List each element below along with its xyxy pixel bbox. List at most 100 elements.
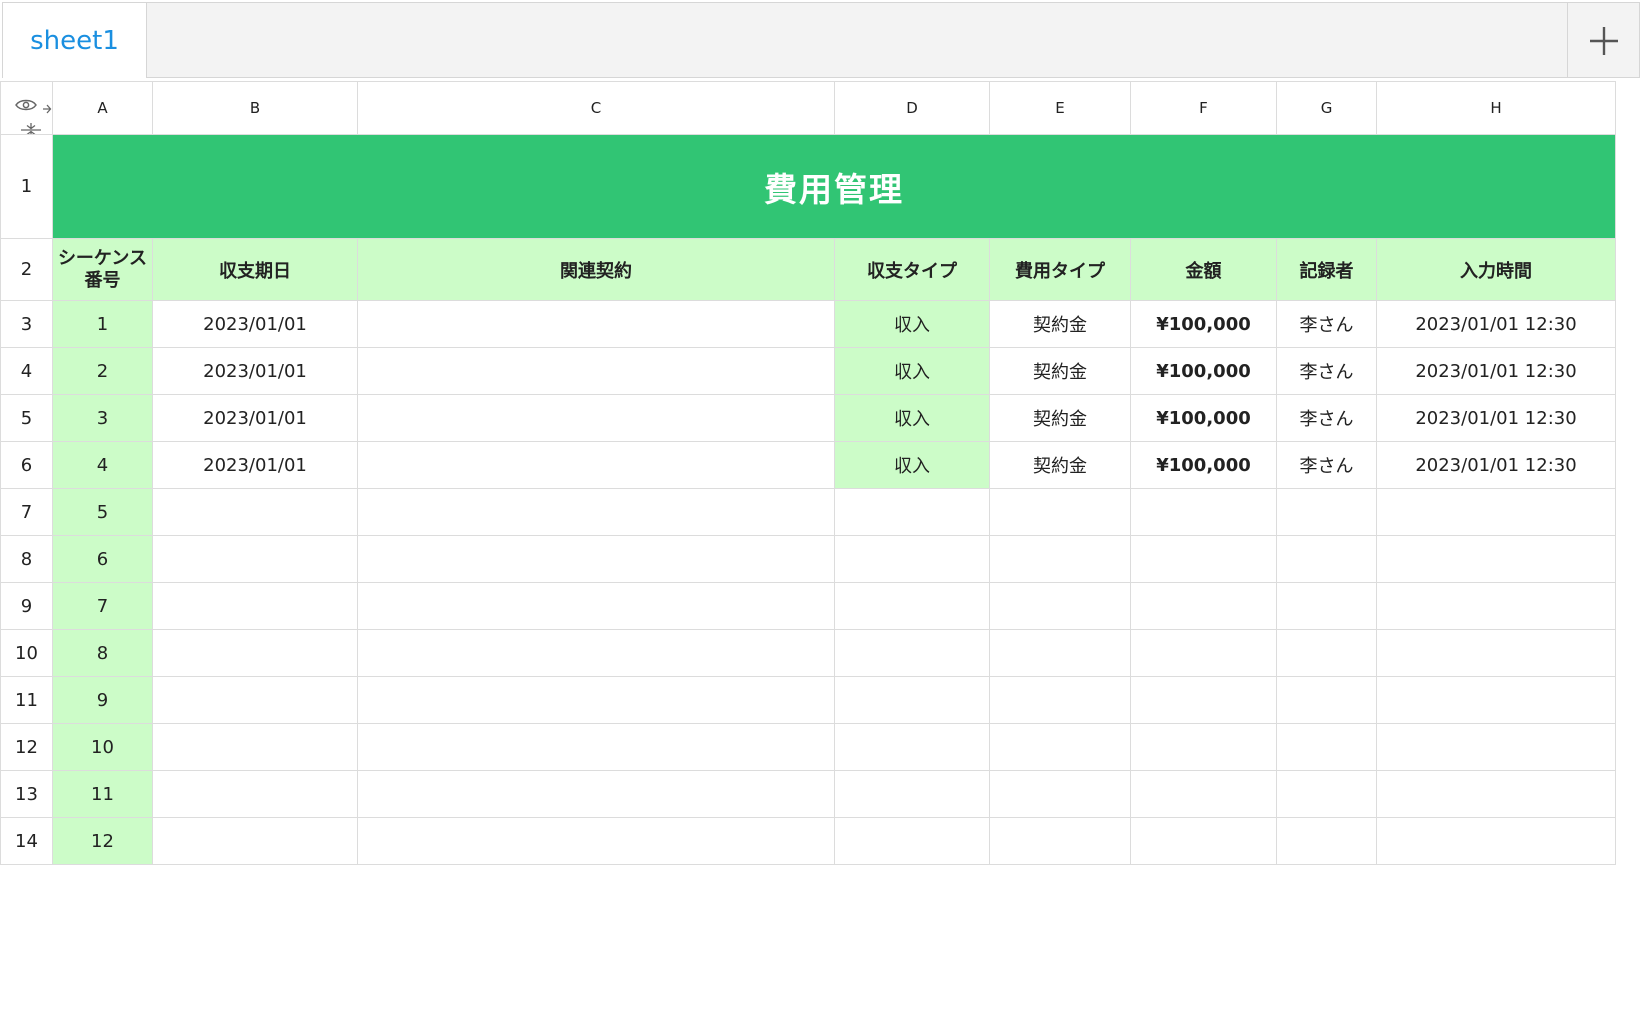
cell-recorder[interactable] — [1276, 629, 1377, 677]
cell-date[interactable]: 2023/01/01 — [152, 394, 358, 442]
cell-cost-type[interactable] — [989, 723, 1131, 771]
header-recorder[interactable]: 記録者 — [1276, 238, 1377, 301]
column-header-h[interactable]: H — [1376, 81, 1616, 135]
cell-io-type[interactable] — [834, 770, 990, 818]
cell-recorder[interactable]: 李さん — [1276, 394, 1377, 442]
cell-seq[interactable]: 6 — [52, 535, 153, 583]
cell-input-time[interactable] — [1376, 817, 1616, 865]
cell-contract[interactable] — [357, 770, 835, 818]
cell-recorder[interactable]: 李さん — [1276, 300, 1377, 348]
cell-input-time[interactable] — [1376, 582, 1616, 630]
cell-recorder[interactable] — [1276, 488, 1377, 536]
cell-seq[interactable]: 4 — [52, 441, 153, 489]
cell-amount[interactable] — [1130, 535, 1277, 583]
cell-amount[interactable] — [1130, 676, 1277, 724]
cell-cost-type[interactable]: 契約金 — [989, 347, 1131, 395]
cell-input-time[interactable] — [1376, 535, 1616, 583]
cell-cost-type[interactable] — [989, 488, 1131, 536]
header-cost-type[interactable]: 費用タイプ — [989, 238, 1131, 301]
cell-amount[interactable] — [1130, 488, 1277, 536]
cell-date[interactable]: 2023/01/01 — [152, 347, 358, 395]
cell-recorder[interactable] — [1276, 582, 1377, 630]
cell-cost-type[interactable] — [989, 535, 1131, 583]
cell-io-type[interactable] — [834, 535, 990, 583]
header-date[interactable]: 収支期日 — [152, 238, 358, 301]
cell-io-type[interactable]: 収入 — [834, 394, 990, 442]
column-header-d[interactable]: D — [834, 81, 990, 135]
row-header[interactable]: 7 — [0, 488, 53, 536]
cell-seq[interactable]: 1 — [52, 300, 153, 348]
cell-contract[interactable] — [357, 817, 835, 865]
cell-cost-type[interactable] — [989, 770, 1131, 818]
cell-io-type[interactable]: 収入 — [834, 441, 990, 489]
cell-input-time[interactable] — [1376, 676, 1616, 724]
cell-recorder[interactable]: 李さん — [1276, 441, 1377, 489]
cell-amount[interactable] — [1130, 582, 1277, 630]
cell-amount[interactable]: ¥100,000 — [1130, 300, 1277, 348]
row-header-2[interactable]: 2 — [0, 238, 53, 301]
cell-contract[interactable] — [357, 723, 835, 771]
cell-recorder[interactable]: 李さん — [1276, 347, 1377, 395]
cell-date[interactable]: 2023/01/01 — [152, 441, 358, 489]
cell-io-type[interactable] — [834, 582, 990, 630]
cell-seq[interactable]: 11 — [52, 770, 153, 818]
cell-recorder[interactable] — [1276, 535, 1377, 583]
cell-date[interactable]: 2023/01/01 — [152, 300, 358, 348]
cell-amount[interactable]: ¥100,000 — [1130, 441, 1277, 489]
header-contract[interactable]: 関連契約 — [357, 238, 835, 301]
cell-cost-type[interactable]: 契約金 — [989, 441, 1131, 489]
cell-contract[interactable] — [357, 441, 835, 489]
cell-amount[interactable]: ¥100,000 — [1130, 347, 1277, 395]
column-header-f[interactable]: F — [1130, 81, 1277, 135]
row-header-1[interactable]: 1 — [0, 134, 53, 239]
cell-amount[interactable] — [1130, 723, 1277, 771]
cell-recorder[interactable] — [1276, 770, 1377, 818]
collapse-rows-icon[interactable] — [20, 122, 42, 135]
sheet-title-cell[interactable]: 費用管理 — [52, 134, 1616, 239]
cell-contract[interactable] — [357, 300, 835, 348]
cell-date[interactable] — [152, 676, 358, 724]
cell-cost-type[interactable] — [989, 629, 1131, 677]
column-header-e[interactable]: E — [989, 81, 1131, 135]
cell-date[interactable] — [152, 770, 358, 818]
cell-io-type[interactable] — [834, 676, 990, 724]
row-header[interactable]: 13 — [0, 770, 53, 818]
cell-input-time[interactable]: 2023/01/01 12:30 — [1376, 394, 1616, 442]
row-header[interactable]: 4 — [0, 347, 53, 395]
cell-contract[interactable] — [357, 488, 835, 536]
cell-io-type[interactable] — [834, 629, 990, 677]
cell-input-time[interactable] — [1376, 723, 1616, 771]
cell-input-time[interactable] — [1376, 770, 1616, 818]
cell-seq[interactable]: 7 — [52, 582, 153, 630]
cell-seq[interactable]: 10 — [52, 723, 153, 771]
cell-cost-type[interactable]: 契約金 — [989, 394, 1131, 442]
cell-date[interactable] — [152, 629, 358, 677]
cell-input-time[interactable] — [1376, 488, 1616, 536]
cell-input-time[interactable]: 2023/01/01 12:30 — [1376, 441, 1616, 489]
row-header[interactable]: 14 — [0, 817, 53, 865]
cell-seq[interactable]: 8 — [52, 629, 153, 677]
row-header[interactable]: 5 — [0, 394, 53, 442]
cell-io-type[interactable] — [834, 488, 990, 536]
eye-icon[interactable] — [15, 98, 37, 112]
cell-seq[interactable]: 5 — [52, 488, 153, 536]
cell-amount[interactable] — [1130, 770, 1277, 818]
cell-date[interactable] — [152, 723, 358, 771]
cell-input-time[interactable]: 2023/01/01 12:30 — [1376, 347, 1616, 395]
cell-io-type[interactable] — [834, 723, 990, 771]
header-amount[interactable]: 金額 — [1130, 238, 1277, 301]
cell-seq[interactable]: 2 — [52, 347, 153, 395]
tab-sheet1[interactable]: sheet1 — [3, 3, 147, 78]
cell-seq[interactable]: 12 — [52, 817, 153, 865]
cell-date[interactable] — [152, 535, 358, 583]
column-header-c[interactable]: C — [357, 81, 835, 135]
header-seq[interactable]: シーケンス番号 — [52, 238, 153, 301]
cell-contract[interactable] — [357, 394, 835, 442]
cell-io-type[interactable]: 収入 — [834, 347, 990, 395]
cell-recorder[interactable] — [1276, 676, 1377, 724]
cell-date[interactable] — [152, 488, 358, 536]
row-header[interactable]: 12 — [0, 723, 53, 771]
row-header[interactable]: 10 — [0, 629, 53, 677]
cell-cost-type[interactable] — [989, 676, 1131, 724]
cell-amount[interactable]: ¥100,000 — [1130, 394, 1277, 442]
